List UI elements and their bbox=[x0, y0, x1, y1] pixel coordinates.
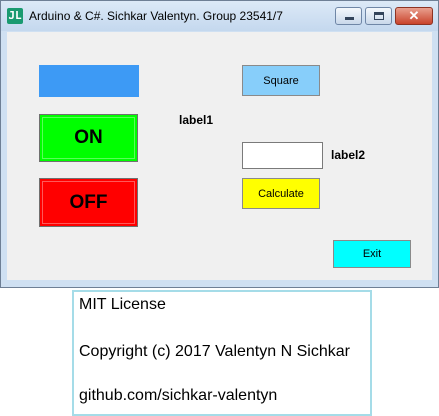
on-button-focus-border bbox=[42, 117, 135, 159]
color-panel bbox=[39, 65, 139, 97]
maximize-icon bbox=[374, 12, 384, 20]
on-button[interactable]: ON bbox=[39, 114, 138, 162]
license-box: MIT License Copyright (c) 2017 Valentyn … bbox=[72, 290, 372, 416]
app-icon: JL bbox=[7, 8, 23, 24]
exit-button[interactable]: Exit bbox=[333, 240, 411, 268]
calculate-button[interactable]: Calculate bbox=[242, 178, 320, 209]
label1: label1 bbox=[179, 113, 214, 127]
maximize-button[interactable] bbox=[365, 7, 392, 25]
license-title: MIT License bbox=[79, 296, 166, 313]
off-button-focus-border bbox=[42, 181, 135, 224]
close-icon: ✕ bbox=[408, 8, 420, 23]
window-title: Arduino & C#. Sichkar Valentyn. Group 23… bbox=[29, 9, 283, 23]
exit-button-label: Exit bbox=[362, 248, 382, 260]
off-button[interactable]: OFF bbox=[39, 178, 138, 227]
label2: label2 bbox=[331, 148, 366, 162]
square-button[interactable]: Square bbox=[242, 65, 320, 96]
square-button-label: Square bbox=[263, 74, 299, 87]
license-github: github.com/sichkar-valentyn bbox=[79, 387, 278, 404]
minimize-button[interactable] bbox=[335, 7, 362, 25]
minimize-icon bbox=[345, 17, 354, 20]
calculate-button-label: Calculate bbox=[258, 187, 304, 200]
close-button[interactable]: ✕ bbox=[395, 7, 433, 25]
license-copyright: Copyright (c) 2017 Valentyn N Sichkar bbox=[79, 343, 350, 360]
number-input[interactable] bbox=[242, 142, 323, 169]
title-bar[interactable]: JL Arduino & C#. Sichkar Valentyn. Group… bbox=[1, 1, 438, 31]
